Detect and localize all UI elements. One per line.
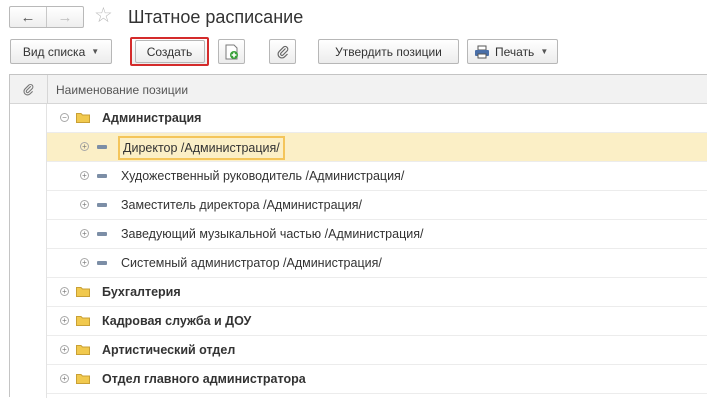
expand-icon[interactable]: +	[60, 345, 69, 354]
copy-button[interactable]	[218, 39, 245, 64]
view-list-button[interactable]: Вид списка ▼	[10, 39, 112, 64]
table-row[interactable]: + Системный администратор /Администрация/	[47, 249, 707, 278]
chevron-down-icon: ▼	[91, 47, 100, 56]
attachment-column-header[interactable]	[10, 75, 48, 103]
position-label: Художественный руководитель /Администрац…	[121, 169, 405, 183]
table-row-group[interactable]: + Артистический отдел	[47, 336, 707, 365]
expand-icon[interactable]: +	[80, 229, 89, 238]
expand-icon[interactable]: +	[80, 200, 89, 209]
position-label: Заместитель директора /Администрация/	[121, 198, 362, 212]
approve-positions-button[interactable]: Утвердить позиции	[318, 39, 459, 64]
position-icon	[97, 261, 107, 265]
table-row-group[interactable]: − Администрация	[47, 104, 707, 133]
forward-button[interactable]: →	[47, 7, 83, 27]
expand-icon[interactable]: +	[60, 316, 69, 325]
table-row-group[interactable]: + Кадровая служба и ДОУ	[47, 307, 707, 336]
expand-icon[interactable]: +	[80, 142, 89, 151]
expand-icon[interactable]: +	[60, 287, 69, 296]
position-label: Системный администратор /Администрация/	[121, 256, 382, 270]
attachment-column	[10, 104, 47, 398]
approve-label: Утвердить позиции	[335, 44, 442, 59]
expand-icon[interactable]: +	[80, 258, 89, 267]
navigation-group: ← →	[9, 6, 84, 28]
position-icon	[97, 203, 107, 207]
table-header: Наименование позиции	[10, 75, 707, 104]
position-icon	[97, 174, 107, 178]
folder-icon	[76, 316, 90, 326]
attach-button[interactable]	[269, 39, 296, 64]
table-row[interactable]: + Заведующий музыкальной частью /Админист…	[47, 220, 707, 249]
print-button[interactable]: Печать ▼	[467, 39, 558, 64]
back-button[interactable]: ←	[10, 7, 47, 27]
printer-icon	[475, 45, 489, 58]
position-label: Заведующий музыкальной частью /Администр…	[121, 227, 424, 241]
table-row-group[interactable]: + Отдел главного администратора	[47, 365, 707, 394]
create-button[interactable]: Создать	[130, 37, 209, 66]
group-label: Артистический отдел	[102, 343, 236, 357]
create-label: Создать	[146, 44, 193, 59]
page-title: Штатное расписание	[128, 7, 304, 27]
expand-icon[interactable]: +	[60, 374, 69, 383]
arrow-left-icon: ←	[20, 8, 36, 26]
group-label: Отдел главного администратора	[102, 372, 306, 386]
chevron-down-icon: ▼	[540, 47, 549, 56]
arrow-right-icon: →	[57, 8, 73, 26]
folder-icon	[76, 374, 90, 384]
favorite-star-icon[interactable]: ☆	[94, 5, 113, 26]
table-row[interactable]: + Заместитель директора /Администрация/	[47, 191, 707, 220]
position-icon	[97, 145, 107, 149]
collapse-icon[interactable]: −	[60, 113, 69, 122]
view-list-label: Вид списка	[22, 44, 86, 59]
table-row[interactable]: + Художественный руководитель /Администра…	[47, 162, 707, 191]
paperclip-icon	[276, 45, 288, 59]
position-icon	[97, 232, 107, 236]
group-label: Администрация	[102, 111, 202, 125]
group-label: Бухгалтерия	[102, 285, 181, 299]
expand-icon[interactable]: +	[80, 171, 89, 180]
print-label: Печать	[495, 44, 535, 59]
title-bar: ← → ☆ Штатное расписание	[0, 0, 707, 36]
folder-icon	[76, 345, 90, 355]
group-label: Кадровая служба и ДОУ	[102, 314, 252, 328]
positions-table: Наименование позиции − Администрация + Дире…	[9, 74, 707, 398]
table-row-group[interactable]: + Бухгалтерия	[47, 278, 707, 307]
paperclip-icon	[23, 83, 34, 95]
folder-icon	[76, 113, 90, 123]
folder-icon	[76, 287, 90, 297]
table-row[interactable]: + Директор /Администрация/	[47, 133, 707, 162]
position-label: Директор /Администрация/	[118, 136, 285, 160]
add-document-icon	[225, 44, 238, 59]
column-header-name[interactable]: Наименование позиции	[56, 83, 188, 97]
create-button-face[interactable]: Создать	[134, 40, 205, 63]
